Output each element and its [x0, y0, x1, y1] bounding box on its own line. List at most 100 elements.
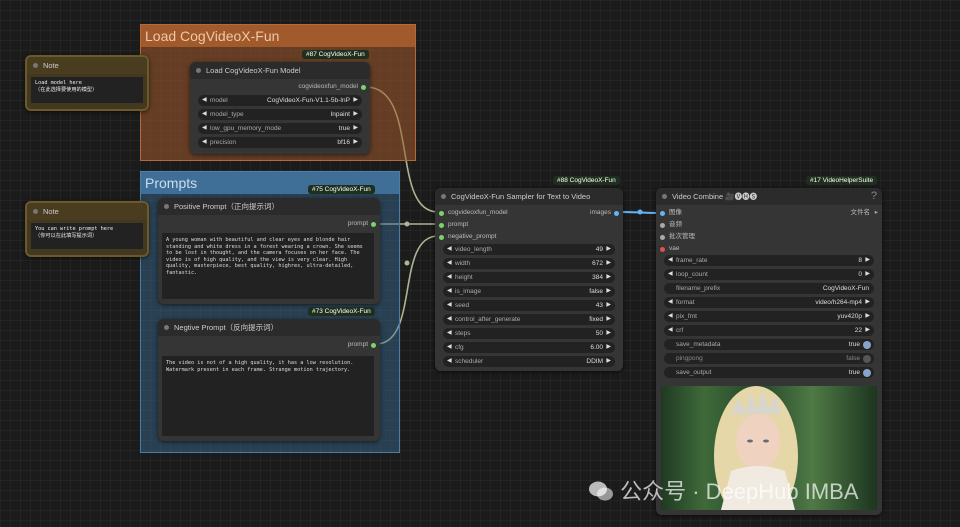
input-port-batch-manager[interactable]: 批次管理 — [660, 232, 695, 242]
increment-arrow-icon[interactable]: ▶ — [353, 123, 358, 134]
video-combine-node[interactable]: Video Combine 🎥🅥🅗🅢 ? 图像 音频 批次管理 vae 文件名 … — [656, 188, 882, 515]
widget-frame-rate[interactable]: ◀ frame_rate 8 ▶ — [664, 255, 874, 266]
widget-value: 22 — [854, 327, 862, 334]
note-text[interactable]: Load model here （在此选择要使用的模型） — [31, 77, 143, 103]
increment-arrow-icon[interactable]: ▶ — [865, 297, 870, 308]
node-badge: #87 CogVideoX-Fun — [302, 50, 369, 59]
decrement-arrow-icon[interactable]: ◀ — [668, 325, 673, 336]
output-dot[interactable] — [371, 221, 376, 227]
increment-arrow-icon[interactable]: ▶ — [865, 325, 870, 336]
increment-arrow-icon[interactable]: ▶ — [606, 328, 611, 339]
decrement-arrow-icon[interactable]: ◀ — [668, 255, 673, 266]
decrement-arrow-icon[interactable]: ◀ — [202, 137, 207, 148]
input-port-audio[interactable]: 音频 — [660, 220, 682, 230]
widget-seed[interactable]: ◀ seed 43 ▶ — [443, 300, 615, 311]
input-port-model[interactable]: cogvideoxfun_model — [439, 208, 508, 218]
widget-scheduler[interactable]: ◀ scheduler DDIM ▶ — [443, 356, 615, 367]
decrement-arrow-icon[interactable]: ◀ — [668, 311, 673, 322]
widget-is-image[interactable]: ◀ is_image false ▶ — [443, 286, 615, 297]
widget-cfg[interactable]: ◀ cfg 6.00 ▶ — [443, 342, 615, 353]
positive-prompt-textarea[interactable]: A young woman with beautiful and clear e… — [162, 233, 374, 299]
widget-precision[interactable]: ◀ precision bf16 ▶ — [198, 137, 362, 148]
decrement-arrow-icon[interactable]: ◀ — [447, 258, 452, 269]
decrement-arrow-icon[interactable]: ◀ — [447, 272, 452, 283]
help-icon[interactable]: ? — [871, 188, 877, 205]
widget-format[interactable]: ◀ format video/h264-mp4 ▶ — [664, 297, 874, 308]
widget-model[interactable]: ◀ model CogVideoX-Fun-V1.1-5b-InP ▶ — [198, 95, 362, 106]
sampler-node[interactable]: CogVideoX-Fun Sampler for Text to Video … — [435, 188, 623, 371]
toggle-switch[interactable] — [863, 354, 871, 363]
decrement-arrow-icon[interactable]: ◀ — [202, 109, 207, 120]
widget-control-after-generate[interactable]: ◀ control_after_generate fixed ▶ — [443, 314, 615, 325]
output-dot[interactable] — [614, 210, 619, 216]
input-dot[interactable] — [660, 210, 665, 216]
decrement-arrow-icon[interactable]: ◀ — [447, 356, 452, 367]
increment-arrow-icon[interactable]: ▶ — [865, 269, 870, 280]
input-port-vae[interactable]: vae — [660, 244, 679, 254]
increment-arrow-icon[interactable]: ▶ — [865, 255, 870, 266]
decrement-arrow-icon[interactable]: ◀ — [447, 300, 452, 311]
input-dot[interactable] — [660, 234, 665, 240]
widget-height[interactable]: ◀ height 384 ▶ — [443, 272, 615, 283]
decrement-arrow-icon[interactable]: ◀ — [668, 269, 673, 280]
widget-loop-count[interactable]: ◀ loop_count 0 ▶ — [664, 269, 874, 280]
input-dot[interactable] — [439, 234, 444, 240]
increment-arrow-icon[interactable]: ▶ — [606, 300, 611, 311]
decrement-arrow-icon[interactable]: ◀ — [447, 244, 452, 255]
widget-filename-prefix[interactable]: filename_prefix CogVideoX-Fun — [664, 283, 874, 294]
negative-prompt-node[interactable]: Negtive Prompt（反向提示词） prompt The video i… — [158, 319, 380, 441]
positive-prompt-node[interactable]: Positive Prompt（正向提示词） prompt A young wo… — [158, 198, 380, 304]
increment-arrow-icon[interactable]: ▶ — [606, 286, 611, 297]
input-dot[interactable] — [660, 246, 665, 252]
decrement-arrow-icon[interactable]: ◀ — [447, 286, 452, 297]
widget-pix-fmt[interactable]: ◀ pix_fmt yuv420p ▶ — [664, 311, 874, 322]
increment-arrow-icon[interactable]: ▶ — [606, 356, 611, 367]
increment-arrow-icon[interactable]: ▶ — [606, 342, 611, 353]
load-model-node[interactable]: Load CogVideoX-Fun Model cogvideoxfun_mo… — [190, 62, 370, 154]
negative-prompt-textarea[interactable]: The video is not of a high quality, it h… — [162, 356, 374, 436]
toggle-save-metadata[interactable]: save_metadata true — [664, 339, 874, 350]
toggle-pingpong[interactable]: pingpong false — [664, 353, 874, 364]
widget-steps[interactable]: ◀ steps 50 ▶ — [443, 328, 615, 339]
widget-low-gpu-memory-mode[interactable]: ◀ low_gpu_memory_mode true ▶ — [198, 123, 362, 134]
toggle-switch[interactable] — [863, 340, 871, 349]
increment-arrow-icon[interactable]: ▶ — [865, 311, 870, 322]
decrement-arrow-icon[interactable]: ◀ — [202, 95, 207, 106]
increment-arrow-icon[interactable]: ▶ — [606, 314, 611, 325]
increment-arrow-icon[interactable]: ▶ — [606, 258, 611, 269]
note-node-load[interactable]: Note Load model here （在此选择要使用的模型） — [25, 55, 149, 111]
output-arrow-icon[interactable]: ▸ — [875, 208, 878, 218]
increment-arrow-icon[interactable]: ▶ — [606, 244, 611, 255]
output-port-row[interactable]: prompt — [348, 340, 376, 350]
decrement-arrow-icon[interactable]: ◀ — [447, 328, 452, 339]
decrement-arrow-icon[interactable]: ◀ — [202, 123, 207, 134]
increment-arrow-icon[interactable]: ▶ — [606, 272, 611, 283]
toggle-switch[interactable] — [863, 368, 871, 377]
decrement-arrow-icon[interactable]: ◀ — [668, 297, 673, 308]
widget-model-type[interactable]: ◀ model_type Inpaint ▶ — [198, 109, 362, 120]
input-port-prompt[interactable]: prompt — [439, 220, 468, 230]
decrement-arrow-icon[interactable]: ◀ — [447, 314, 452, 325]
widget-video-length[interactable]: ◀ video_length 49 ▶ — [443, 244, 615, 255]
output-port-row[interactable]: prompt — [348, 219, 376, 229]
input-dot[interactable] — [660, 222, 665, 228]
increment-arrow-icon[interactable]: ▶ — [353, 137, 358, 148]
output-port-row[interactable]: cogvideoxfun_model — [298, 82, 366, 92]
input-dot[interactable] — [439, 210, 444, 216]
input-dot[interactable] — [439, 222, 444, 228]
input-port-images[interactable]: 图像 — [660, 208, 682, 218]
note-text[interactable]: You can write prompt here （你可以在此填写提示词） — [31, 223, 143, 249]
widget-width[interactable]: ◀ width 672 ▶ — [443, 258, 615, 269]
note-title: Note — [43, 207, 59, 216]
output-dot[interactable] — [371, 342, 376, 348]
output-dot[interactable] — [361, 84, 366, 90]
input-port-negative-prompt[interactable]: negative_prompt — [439, 232, 496, 242]
increment-arrow-icon[interactable]: ▶ — [353, 109, 358, 120]
output-port-filename[interactable]: 文件名 ▸ — [851, 208, 879, 218]
increment-arrow-icon[interactable]: ▶ — [353, 95, 358, 106]
toggle-save-output[interactable]: save_output true — [664, 367, 874, 378]
note-node-prompt[interactable]: Note You can write prompt here （你可以在此填写提… — [25, 201, 149, 257]
decrement-arrow-icon[interactable]: ◀ — [447, 342, 452, 353]
widget-crf[interactable]: ◀ crf 22 ▶ — [664, 325, 874, 336]
output-port-images[interactable]: images — [590, 208, 619, 218]
